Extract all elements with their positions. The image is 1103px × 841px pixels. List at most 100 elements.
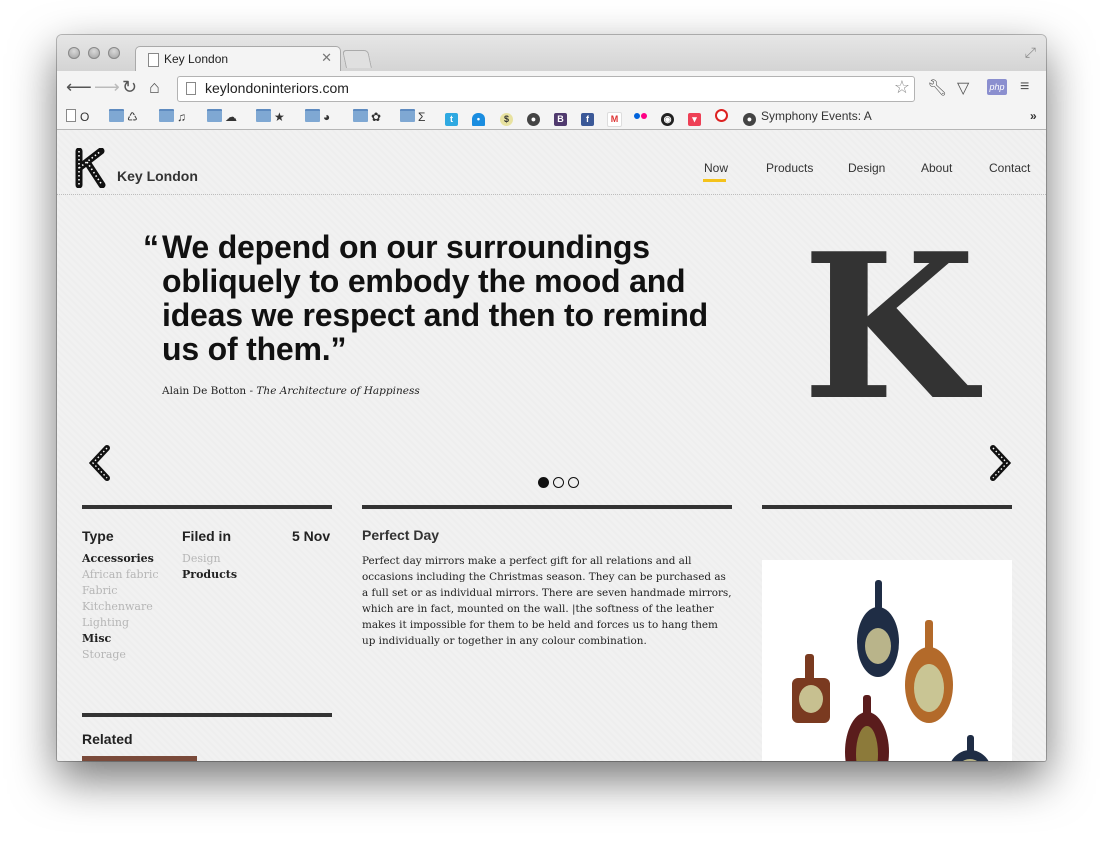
folder-icon [353, 109, 368, 122]
more-bookmarks-icon[interactable]: » [1030, 109, 1037, 123]
reload-button[interactable]: ↻ [122, 77, 137, 97]
bookmark-label: ✿ [371, 110, 382, 124]
quote-citation: Alain De Botton - The Architecture of Ha… [162, 385, 420, 397]
back-button[interactable]: ⟵ [66, 77, 92, 97]
folder-icon [256, 109, 271, 122]
tab-title: Key London [164, 52, 229, 66]
pocket-icon[interactable]: ▽ [957, 78, 969, 98]
twitter-icon: t [445, 113, 458, 126]
bookmark-star-icon[interactable]: ☆ [894, 77, 910, 98]
slide-dot-1[interactable] [538, 477, 549, 488]
bookmark-label: ★ [274, 110, 285, 124]
home-icon[interactable]: ⌂ [149, 77, 160, 97]
slide-dot-2[interactable] [553, 477, 564, 488]
bookmark-label: Σ [418, 110, 426, 124]
mirrors-illustration [792, 580, 989, 761]
bookmark-folder[interactable]: ♫ [159, 109, 186, 124]
type-accessories[interactable]: Accessories [82, 551, 159, 567]
bookmark-label: Symphony Events: A [761, 109, 872, 123]
folder-icon [305, 109, 320, 122]
php-extension-icon[interactable]: php [987, 79, 1007, 95]
menu-icon[interactable]: ≡ [1020, 78, 1029, 96]
pocket-bookmark[interactable]: ▾ [688, 109, 701, 126]
address-bar[interactable]: keylondoninteriors.com ☆ [177, 76, 915, 102]
filed-design[interactable]: Design [182, 551, 237, 567]
zoom-window-button[interactable] [108, 47, 120, 59]
site-name[interactable]: Key London [117, 168, 198, 184]
folder-icon [109, 109, 124, 122]
bookmarks-bar: O ♺ ♫ ☁ ★ ◕ ✿ Σ t • $ ● B f M ◉ ▾ ● Symph… [57, 105, 1046, 130]
browser-toolbar: ⟵ ⟶ ↻ ⌂ keylondoninteriors.com ☆ 🔧︎ ▽ ph… [57, 71, 1046, 105]
bookmark-item[interactable]: O [66, 109, 89, 124]
new-tab-button[interactable] [342, 50, 372, 68]
header-divider [57, 194, 1046, 195]
bookmark-folder[interactable]: ◕ [305, 109, 330, 124]
browser-window: Key London ✕ ⤢ ⟵ ⟶ ↻ ⌂ keylondoninterior… [57, 35, 1046, 761]
type-heading: Type [82, 528, 114, 544]
tab-close-icon[interactable]: ✕ [321, 50, 332, 66]
twitter-bookmark[interactable]: t [445, 109, 458, 126]
quote-author: Alain De Botton - [162, 385, 257, 397]
bookmark-label: ◕ [323, 110, 331, 124]
bookmark-folder[interactable]: ✿ [353, 109, 381, 124]
flickr-bookmark[interactable] [634, 109, 647, 123]
active-nav-indicator [703, 179, 726, 182]
article-body: Perfect day mirrors make a perfect gift … [362, 555, 732, 647]
panda-bookmark[interactable]: ◉ [661, 109, 674, 126]
nav-about[interactable]: About [921, 161, 952, 175]
nav-now[interactable]: Now [704, 161, 728, 175]
slide-dot-3[interactable] [568, 477, 579, 488]
quote-text: We depend on our surroundings obliquely … [162, 229, 709, 367]
fullscreen-icon[interactable]: ⤢ [1025, 44, 1036, 61]
next-slide-button[interactable] [987, 445, 1013, 486]
image-rule [762, 505, 1012, 509]
site-logo[interactable] [75, 147, 107, 193]
nav-products[interactable]: Products [766, 161, 813, 175]
article-title: Perfect Day [362, 527, 440, 543]
gmail-bookmark[interactable]: M [607, 109, 622, 127]
folder-icon [400, 109, 415, 122]
meta-rule [82, 505, 332, 509]
flickr-dot [641, 113, 647, 119]
quote-work: The Architecture of Happiness [256, 385, 420, 397]
filed-products[interactable]: Products [182, 567, 237, 583]
money-bookmark[interactable]: $ [500, 109, 513, 126]
type-fabric[interactable]: Fabric [82, 583, 159, 599]
product-image[interactable] [762, 560, 1012, 761]
k-logo-icon [75, 147, 106, 189]
type-kitchenware[interactable]: Kitchenware [82, 599, 159, 615]
bookmark-folder[interactable]: ★ [256, 109, 285, 124]
bookmark-label: ☁ [225, 110, 237, 124]
browser-tab[interactable]: Key London ✕ [135, 46, 341, 72]
close-window-button[interactable] [68, 47, 80, 59]
bookmark-label: ♺ [127, 110, 138, 124]
pacman-bookmark[interactable]: • [472, 109, 485, 126]
related-thumbnail[interactable] [82, 756, 197, 761]
page-icon [186, 82, 196, 95]
nav-contact[interactable]: Contact [989, 161, 1030, 175]
github-bookmark[interactable]: ● [527, 109, 540, 126]
bookmark-item[interactable]: ● Symphony Events: A [743, 109, 872, 126]
related-heading: Related [82, 731, 133, 747]
bootstrap-bookmark[interactable]: B [554, 109, 567, 126]
minimize-window-button[interactable] [88, 47, 100, 59]
forward-button[interactable]: ⟶ [94, 77, 120, 97]
open-quote-mark: “ [143, 229, 159, 265]
hero-quote: “ We depend on our surroundings obliquel… [143, 230, 723, 366]
type-storage[interactable]: Storage [82, 647, 159, 663]
pocket-icon: ▾ [688, 113, 701, 126]
nav-design[interactable]: Design [848, 161, 885, 175]
bookmark-folder[interactable]: Σ [400, 109, 425, 124]
page-icon [148, 53, 159, 67]
prev-slide-button[interactable] [87, 445, 113, 486]
bookmark-label: ♫ [177, 110, 186, 124]
bookmark-folder[interactable]: ☁ [207, 109, 237, 124]
wrench-icon[interactable]: 🔧︎ [927, 78, 947, 98]
facebook-bookmark[interactable]: f [581, 109, 594, 126]
type-misc[interactable]: Misc [82, 631, 159, 647]
type-lighting[interactable]: Lighting [82, 615, 159, 631]
folder-icon [207, 109, 222, 122]
type-african-fabric[interactable]: African fabric [82, 567, 159, 583]
underground-bookmark[interactable] [715, 109, 728, 123]
bookmark-folder[interactable]: ♺ [109, 109, 138, 124]
